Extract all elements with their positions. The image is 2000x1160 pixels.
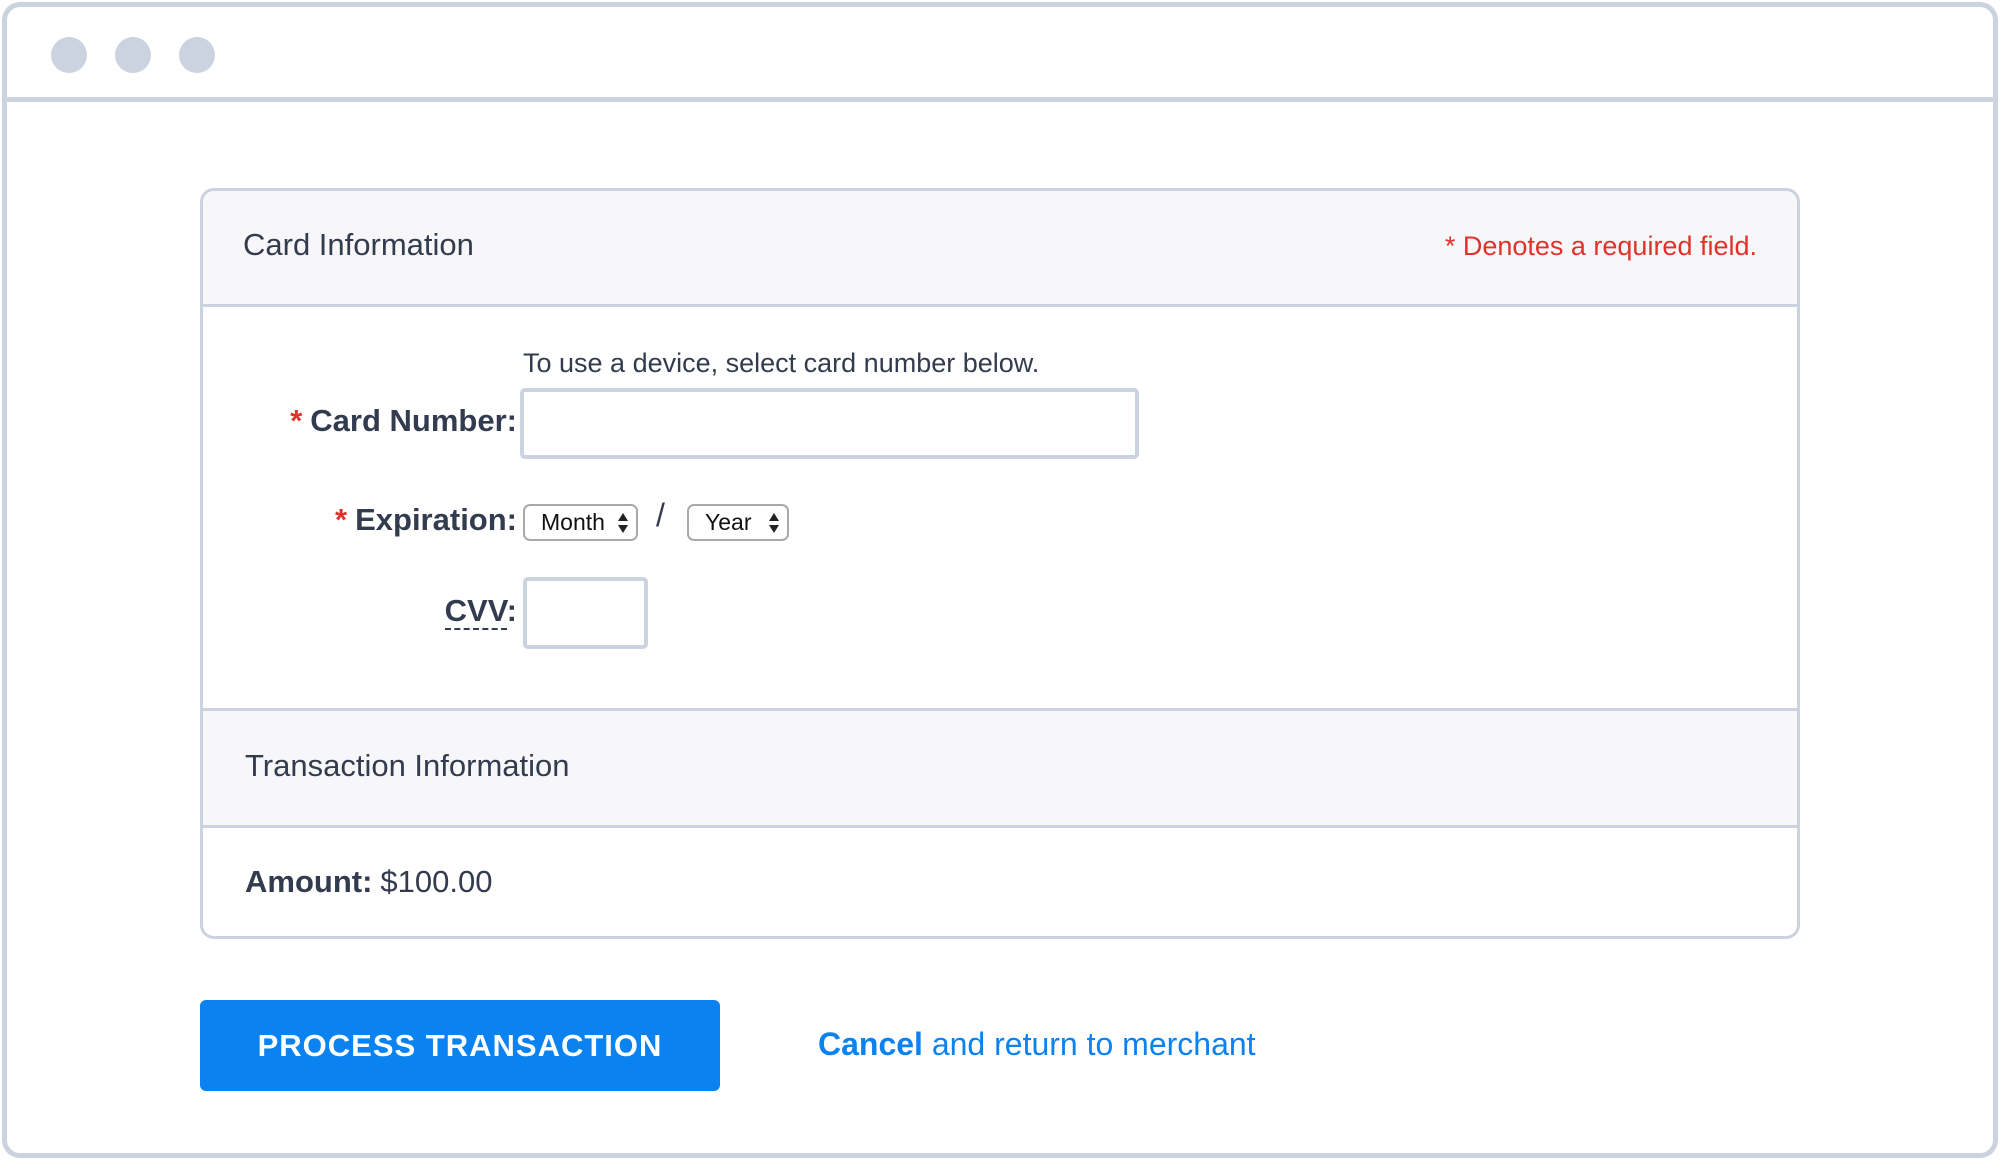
cancel-link-strong: Cancel (818, 1026, 923, 1062)
required-asterisk: * (290, 403, 303, 438)
amount-row: Amount: $100.00 (245, 864, 492, 900)
payment-form-panel: Card Information * Denotes a required fi… (200, 188, 1800, 939)
year-select-value: Year (705, 509, 752, 535)
window-close-dot-icon[interactable] (51, 37, 87, 73)
card-number-label: * Card Number: (290, 403, 517, 438)
expiration-separator: / (656, 497, 665, 533)
transaction-information-header: Transaction Information (203, 708, 1797, 828)
transaction-information-title: Transaction Information (245, 748, 570, 783)
required-field-note: * Denotes a required field. (1444, 231, 1757, 261)
window-minimize-dot-icon[interactable] (115, 37, 151, 73)
select-updown-arrows-icon (618, 513, 628, 533)
window-maximize-dot-icon[interactable] (179, 37, 215, 73)
cvv-abbreviation[interactable]: CVV (444, 593, 507, 630)
month-select-value: Month (541, 509, 605, 535)
process-transaction-button[interactable]: PROCESS TRANSACTION (200, 1000, 720, 1091)
cvv-label: CVV: (444, 593, 517, 630)
card-information-title: Card Information (243, 227, 474, 262)
cancel-link-rest: and return to merchant (922, 1026, 1256, 1062)
amount-value: $100.00 (380, 864, 493, 899)
card-information-header: Card Information * Denotes a required fi… (203, 191, 1797, 307)
expiration-year-select[interactable]: Year (687, 504, 789, 541)
expiration-month-select[interactable]: Month (523, 504, 638, 541)
cvv-input[interactable] (523, 577, 648, 649)
window-titlebar (7, 7, 1993, 102)
card-number-input[interactable] (520, 388, 1139, 459)
expiration-label: * Expiration: (335, 502, 517, 537)
cancel-return-link[interactable]: Cancel and return to merchant (818, 1026, 1256, 1063)
required-asterisk: * (335, 502, 348, 537)
device-hint-text: To use a device, select card number belo… (523, 348, 1040, 378)
select-updown-arrows-icon (769, 513, 779, 533)
amount-label: Amount: (245, 864, 373, 899)
